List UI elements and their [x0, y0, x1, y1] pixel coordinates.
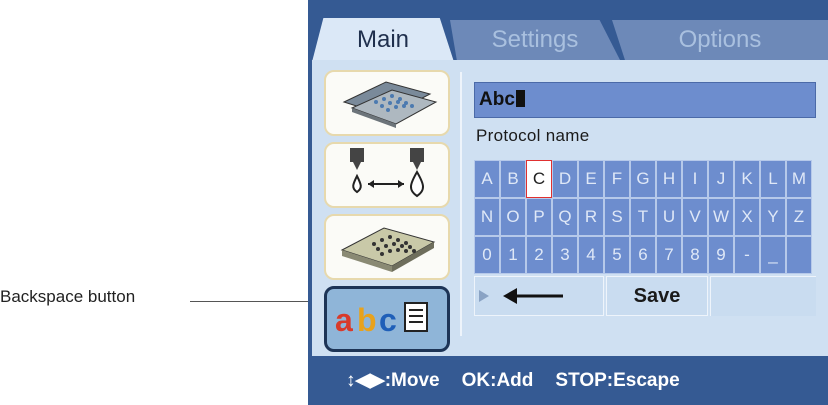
- key-2[interactable]: 2: [526, 236, 552, 274]
- key-u[interactable]: U: [656, 198, 682, 236]
- key-underscore[interactable]: _: [760, 236, 786, 274]
- key-r[interactable]: R: [578, 198, 604, 236]
- tab-label: Options: [678, 26, 762, 53]
- on-screen-keyboard: A B C D E F G H I J K L M N O P Q R S T U V W X Y Z 0 1 2 3 4 5 6 7 8 9- _: [474, 160, 816, 274]
- key-i[interactable]: I: [682, 160, 708, 198]
- save-button[interactable]: Save: [606, 276, 708, 316]
- tab-main[interactable]: Main: [312, 18, 454, 62]
- text-entry-panel: Abc Protocol name ABCDEFGHIJKLM NOPQRSTUV…: [460, 72, 828, 336]
- protocol-name-field[interactable]: Abc: [474, 82, 816, 118]
- key-3[interactable]: 3: [552, 236, 578, 274]
- key-6[interactable]: 6: [630, 236, 656, 274]
- key-h[interactable]: H: [656, 160, 682, 198]
- key-q[interactable]: Q: [552, 198, 578, 236]
- key-blank: [786, 236, 812, 274]
- key-j[interactable]: J: [708, 160, 734, 198]
- key-p[interactable]: P: [526, 198, 552, 236]
- key-7[interactable]: 7: [656, 236, 682, 274]
- dispense-transfer-icon: [350, 148, 424, 198]
- action-row-filler: [710, 276, 816, 316]
- left-arrow-icon: [479, 288, 563, 304]
- device-screen: Options Settings Main a b c Abc Protocol…: [308, 0, 828, 405]
- sidebar-item-plate-stack[interactable]: [324, 70, 450, 136]
- key-v[interactable]: V: [682, 198, 708, 236]
- key-y[interactable]: Y: [760, 198, 786, 236]
- tab-options[interactable]: Options: [612, 20, 828, 60]
- key-b[interactable]: B: [500, 160, 526, 198]
- tab-bar: Options Settings Main: [308, 14, 828, 62]
- keyboard-action-row: Save: [474, 276, 816, 316]
- tab-label: Main: [356, 26, 410, 53]
- key-s[interactable]: S: [604, 198, 630, 236]
- tab-settings[interactable]: Settings: [450, 20, 620, 60]
- add-hint: OK:Add: [461, 369, 534, 391]
- key-l[interactable]: L: [760, 160, 786, 198]
- sidebar-item-dispense[interactable]: [324, 142, 450, 208]
- key-n[interactable]: N: [474, 198, 500, 236]
- key-z[interactable]: Z: [786, 198, 812, 236]
- key-m[interactable]: M: [786, 160, 812, 198]
- microplate-icon: [340, 227, 436, 272]
- text-edit-icon: a b c: [335, 302, 428, 338]
- microplate-stack-icon: [342, 81, 438, 128]
- key-c[interactable]: C: [526, 160, 552, 198]
- key-0[interactable]: 0: [474, 236, 500, 274]
- key-o[interactable]: O: [500, 198, 526, 236]
- key-t[interactable]: T: [630, 198, 656, 236]
- main-content: a b c Abc Protocol name ABCDEFGHIJKLM NOP…: [312, 60, 828, 356]
- sidebar-item-text-edit[interactable]: a b c: [324, 286, 450, 352]
- backspace-button[interactable]: [474, 276, 604, 316]
- key-w[interactable]: W: [708, 198, 734, 236]
- field-label: Protocol name: [476, 126, 590, 145]
- backspace-callout-label: Backspace button: [0, 287, 136, 306]
- key-f[interactable]: F: [604, 160, 630, 198]
- key-4[interactable]: 4: [578, 236, 604, 274]
- field-value: Abc: [479, 89, 515, 110]
- svg-text:a: a: [335, 302, 353, 338]
- move-hint: ↕◀▶:Move: [346, 370, 440, 391]
- key-d[interactable]: D: [552, 160, 578, 198]
- key-e[interactable]: E: [578, 160, 604, 198]
- key-5[interactable]: 5: [604, 236, 630, 274]
- text-cursor: [515, 90, 525, 107]
- key-dash[interactable]: -: [734, 236, 760, 274]
- key-g[interactable]: G: [630, 160, 656, 198]
- key-1[interactable]: 1: [500, 236, 526, 274]
- sidebar-item-plate[interactable]: [324, 214, 450, 280]
- key-8[interactable]: 8: [682, 236, 708, 274]
- key-9[interactable]: 9: [708, 236, 734, 274]
- key-hint-bar: ↕◀▶:Move OK:Add STOP:Escape: [308, 356, 828, 405]
- tab-label: Settings: [491, 26, 579, 53]
- svg-text:c: c: [379, 302, 397, 338]
- key-x[interactable]: X: [734, 198, 760, 236]
- key-k[interactable]: K: [734, 160, 760, 198]
- key-a[interactable]: A: [474, 160, 500, 198]
- escape-hint: STOP:Escape: [555, 369, 680, 391]
- svg-text:b: b: [357, 302, 377, 338]
- callout-leader-line: [190, 301, 308, 302]
